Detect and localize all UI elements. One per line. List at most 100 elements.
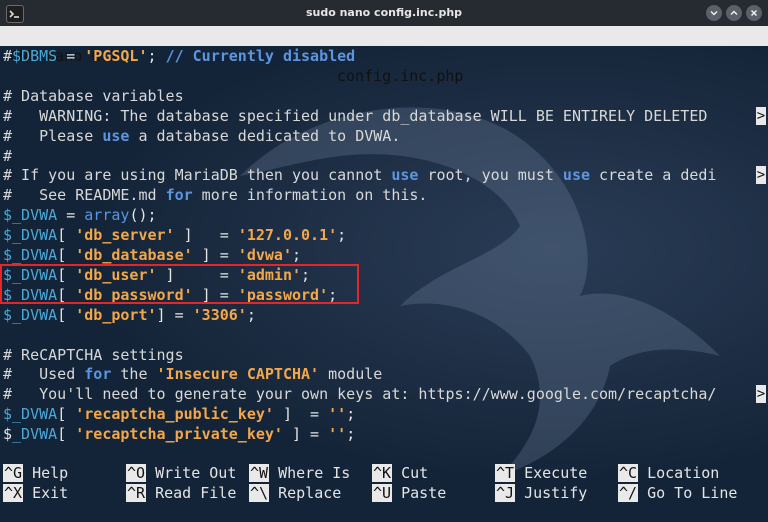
code-token: [ xyxy=(57,305,76,324)
code-token: 'db_database' xyxy=(75,246,193,264)
shortcut-paste[interactable]: ^U Paste xyxy=(372,483,446,503)
code-line[interactable]: # xyxy=(0,146,768,166)
shortcut-key: ^\ xyxy=(249,484,270,502)
code-token: # See README.md xyxy=(3,186,166,205)
code-line[interactable]: # Please use a database dedicated to DVW… xyxy=(0,126,768,146)
code-line[interactable]: $_DVWA[ 'recaptcha_private_key' ] = ''; xyxy=(0,424,768,444)
code-token: 'Insecure CAPTCHA' xyxy=(156,365,320,384)
code-line-text: $_DVWA = array(); xyxy=(3,205,157,225)
code-token: # ReCAPTCHA settings xyxy=(3,345,184,364)
shortcut-key: ^C xyxy=(618,464,639,482)
shortcut-go-to-line[interactable]: ^/ Go To Line xyxy=(618,483,737,503)
shortcut-key: ^O xyxy=(126,464,147,482)
close-button[interactable] xyxy=(746,5,762,21)
code-line[interactable]: $_DVWA[ 'db_server' ] = '127.0.0.1'; xyxy=(0,225,768,245)
code-line[interactable]: $_DVWA[ 'db_database' ] = 'dvwa'; xyxy=(0,245,768,265)
code-token: use xyxy=(562,166,591,185)
shortcut-execute[interactable]: ^T Execute xyxy=(495,463,587,483)
shortcut-cut[interactable]: ^K Cut xyxy=(372,463,428,483)
code-line-text: # Used for the 'Insecure CAPTCHA' module xyxy=(3,364,382,384)
code-token: [ xyxy=(57,246,76,264)
code-token: for xyxy=(84,365,112,384)
code-line[interactable]: $_DVWA[ 'recaptcha_public_key' ] = ''; xyxy=(0,404,768,424)
shortcut-label: Replace xyxy=(269,484,342,502)
code-line[interactable] xyxy=(0,66,768,86)
code-token: '' xyxy=(328,405,347,424)
shortcut-justify[interactable]: ^J Justify xyxy=(495,483,587,503)
code-token: more information on this. xyxy=(192,186,428,205)
shortcut-location[interactable]: ^C Location xyxy=(618,463,719,483)
shortcut-help[interactable]: ^G Help xyxy=(3,463,68,483)
code-line[interactable]: $_DVWA = array(); xyxy=(0,205,768,225)
code-token: $_DVWA xyxy=(3,226,58,245)
code-token: = xyxy=(57,47,85,65)
code-token: ; xyxy=(292,246,302,264)
code-line[interactable]: $_DVWA[ 'db_port'] = '3306'; xyxy=(0,305,768,325)
code-token: for xyxy=(165,186,193,205)
code-line[interactable]: #$DBMS = 'PGSQL'; // Currently disabled xyxy=(0,46,768,66)
code-token: '3306' xyxy=(192,305,247,324)
shortcut-write-out[interactable]: ^O Write Out xyxy=(126,463,236,483)
code-line[interactable]: # See README.md for more information on … xyxy=(0,185,768,205)
code-line[interactable]: $_DVWA[ 'db_password' ] = 'password'; xyxy=(0,285,768,305)
code-token: # xyxy=(3,47,13,65)
code-line-text: # xyxy=(3,146,12,166)
code-token: ; xyxy=(337,226,347,245)
shortcut-label: Location xyxy=(638,464,720,482)
text-cursor: $ xyxy=(3,425,13,444)
shortcut-where-is[interactable]: ^W Where Is xyxy=(249,463,350,483)
shortcut-label: Paste xyxy=(392,484,447,502)
code-token: [ xyxy=(57,425,76,444)
code-token: ] = xyxy=(174,226,238,245)
code-token: ; xyxy=(346,425,356,444)
code-token: _DVWA xyxy=(12,425,58,444)
code-line-text: $_DVWA[ 'db_password' ] = 'password'; xyxy=(3,285,337,305)
code-line-text: $_DVWA[ 'db_port'] = '3306'; xyxy=(3,305,256,325)
code-token: $_DVWA xyxy=(3,405,58,424)
code-line[interactable]: # ReCAPTCHA settings xyxy=(0,345,768,365)
code-line-text: # ReCAPTCHA settings xyxy=(3,345,184,365)
shortcut-label: Read File xyxy=(146,484,237,502)
code-token: ; xyxy=(147,47,166,65)
shortcut-label: Write Out xyxy=(146,464,237,482)
code-token: ] = xyxy=(156,265,238,284)
code-line[interactable]: $_DVWA[ 'db_user' ] = 'admin'; xyxy=(0,265,768,285)
shortcut-replace[interactable]: ^\ Replace xyxy=(249,483,341,503)
code-line[interactable]: # Database variables xyxy=(0,86,768,106)
shortcut-exit[interactable]: ^X Exit xyxy=(3,483,68,503)
nano-editor[interactable]: GNU nano 6.2 config.inc.php #$DBMS = 'PG… xyxy=(0,26,768,522)
window-title: sudo nano config.inc.php xyxy=(305,6,463,19)
minimize-button[interactable] xyxy=(706,5,722,21)
code-token: a database dedicated to DVWA. xyxy=(129,126,401,145)
code-line[interactable]: # If you are using MariaDB then you cann… xyxy=(0,165,768,185)
shortcut-label: Help xyxy=(23,464,69,482)
code-token: '127.0.0.1' xyxy=(237,226,338,245)
code-line[interactable]: # WARNING: The database specified under … xyxy=(0,106,768,126)
code-token: 'PGSQL' xyxy=(84,47,148,65)
code-token: '' xyxy=(328,425,347,444)
maximize-button[interactable] xyxy=(726,5,742,21)
code-token: # xyxy=(3,146,13,165)
title-bar: sudo nano config.inc.php xyxy=(0,0,768,27)
shortcut-bar: ^G Help ^X Exit ^O Write Out ^R Read File ^W… xyxy=(0,463,768,503)
shortcut-read-file[interactable]: ^R Read File xyxy=(126,483,236,503)
code-token: # Database variables xyxy=(3,86,184,105)
code-token: (); xyxy=(129,206,157,225)
shortcut-key: ^W xyxy=(249,464,270,482)
code-token: use xyxy=(391,166,419,185)
code-token: # Please xyxy=(3,126,103,145)
code-line-text: # Please use a database dedicated to DVW… xyxy=(3,126,400,146)
code-token: array xyxy=(84,206,130,225)
code-token: [ xyxy=(57,285,76,304)
close-icon xyxy=(750,9,758,17)
code-token: = xyxy=(57,206,85,225)
chevron-down-icon xyxy=(710,10,718,16)
shortcut-label: Cut xyxy=(392,464,429,482)
chevron-up-icon xyxy=(730,10,738,16)
code-token: 'dvwa' xyxy=(237,246,292,264)
code-line[interactable] xyxy=(0,325,768,345)
shortcut-key: ^G xyxy=(3,464,24,482)
code-line[interactable]: # You'll need to generate your own keys … xyxy=(0,384,768,404)
code-line[interactable]: # Used for the 'Insecure CAPTCHA' module xyxy=(0,364,768,384)
code-token: $_DVWA xyxy=(3,206,58,225)
